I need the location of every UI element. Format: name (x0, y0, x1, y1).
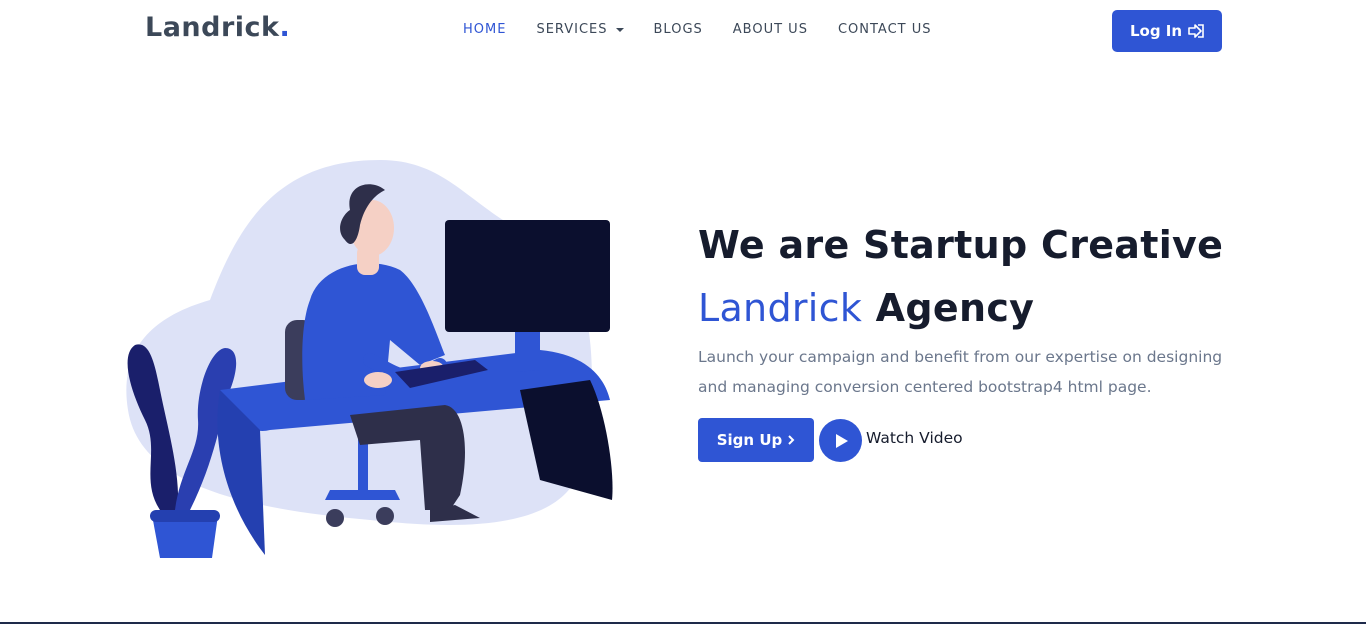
chevron-right-icon (788, 435, 795, 445)
play-icon (836, 433, 848, 448)
plant-pot-rim (150, 510, 220, 522)
chair-base (325, 490, 400, 500)
watch-video-link[interactable]: Watch Video (866, 429, 963, 447)
hero-description: Launch your campaign and benefit from ou… (698, 348, 1223, 396)
chevron-down-icon (615, 27, 624, 32)
login-button-label: Log In (1129, 22, 1183, 40)
nav-home[interactable]: HOME (463, 22, 506, 37)
nav-blogs[interactable]: BLOGS (654, 22, 703, 37)
main-nav: HOME SERVICES BLOGS ABOUT US CONTACT US (463, 22, 962, 37)
hero-title-rest: Agency (862, 286, 1035, 330)
nav-about-us[interactable]: ABOUT US (733, 22, 808, 37)
top-navbar: Landrick. HOME SERVICES BLOGS ABOUT US C… (0, 0, 1366, 62)
brand-logo[interactable]: Landrick. (145, 12, 290, 43)
login-button[interactable]: Log In (1112, 10, 1222, 52)
signup-button[interactable]: Sign Up (698, 418, 814, 462)
signup-button-label: Sign Up (716, 431, 783, 449)
hero-title-line1: We are Startup Creative (698, 223, 1224, 267)
nav-contact-us[interactable]: CONTACT US (838, 22, 932, 37)
monitor-stand (515, 332, 540, 372)
hero-illustration (126, 160, 613, 558)
monitor-screen (445, 220, 610, 332)
play-video-button[interactable] (819, 419, 862, 462)
hero-title-accent: Landrick (698, 286, 863, 330)
brand-logo-dot: . (279, 12, 291, 43)
nav-services[interactable]: SERVICES (536, 22, 624, 37)
hero-title: We are Startup Creative Landrick Agency (698, 214, 1223, 340)
sign-in-icon (1188, 24, 1204, 38)
chair-wheel (376, 507, 394, 525)
hero-title-line2: Landrick Agency (698, 277, 1223, 340)
chair-wheel (326, 509, 344, 527)
person-hand (364, 372, 392, 388)
